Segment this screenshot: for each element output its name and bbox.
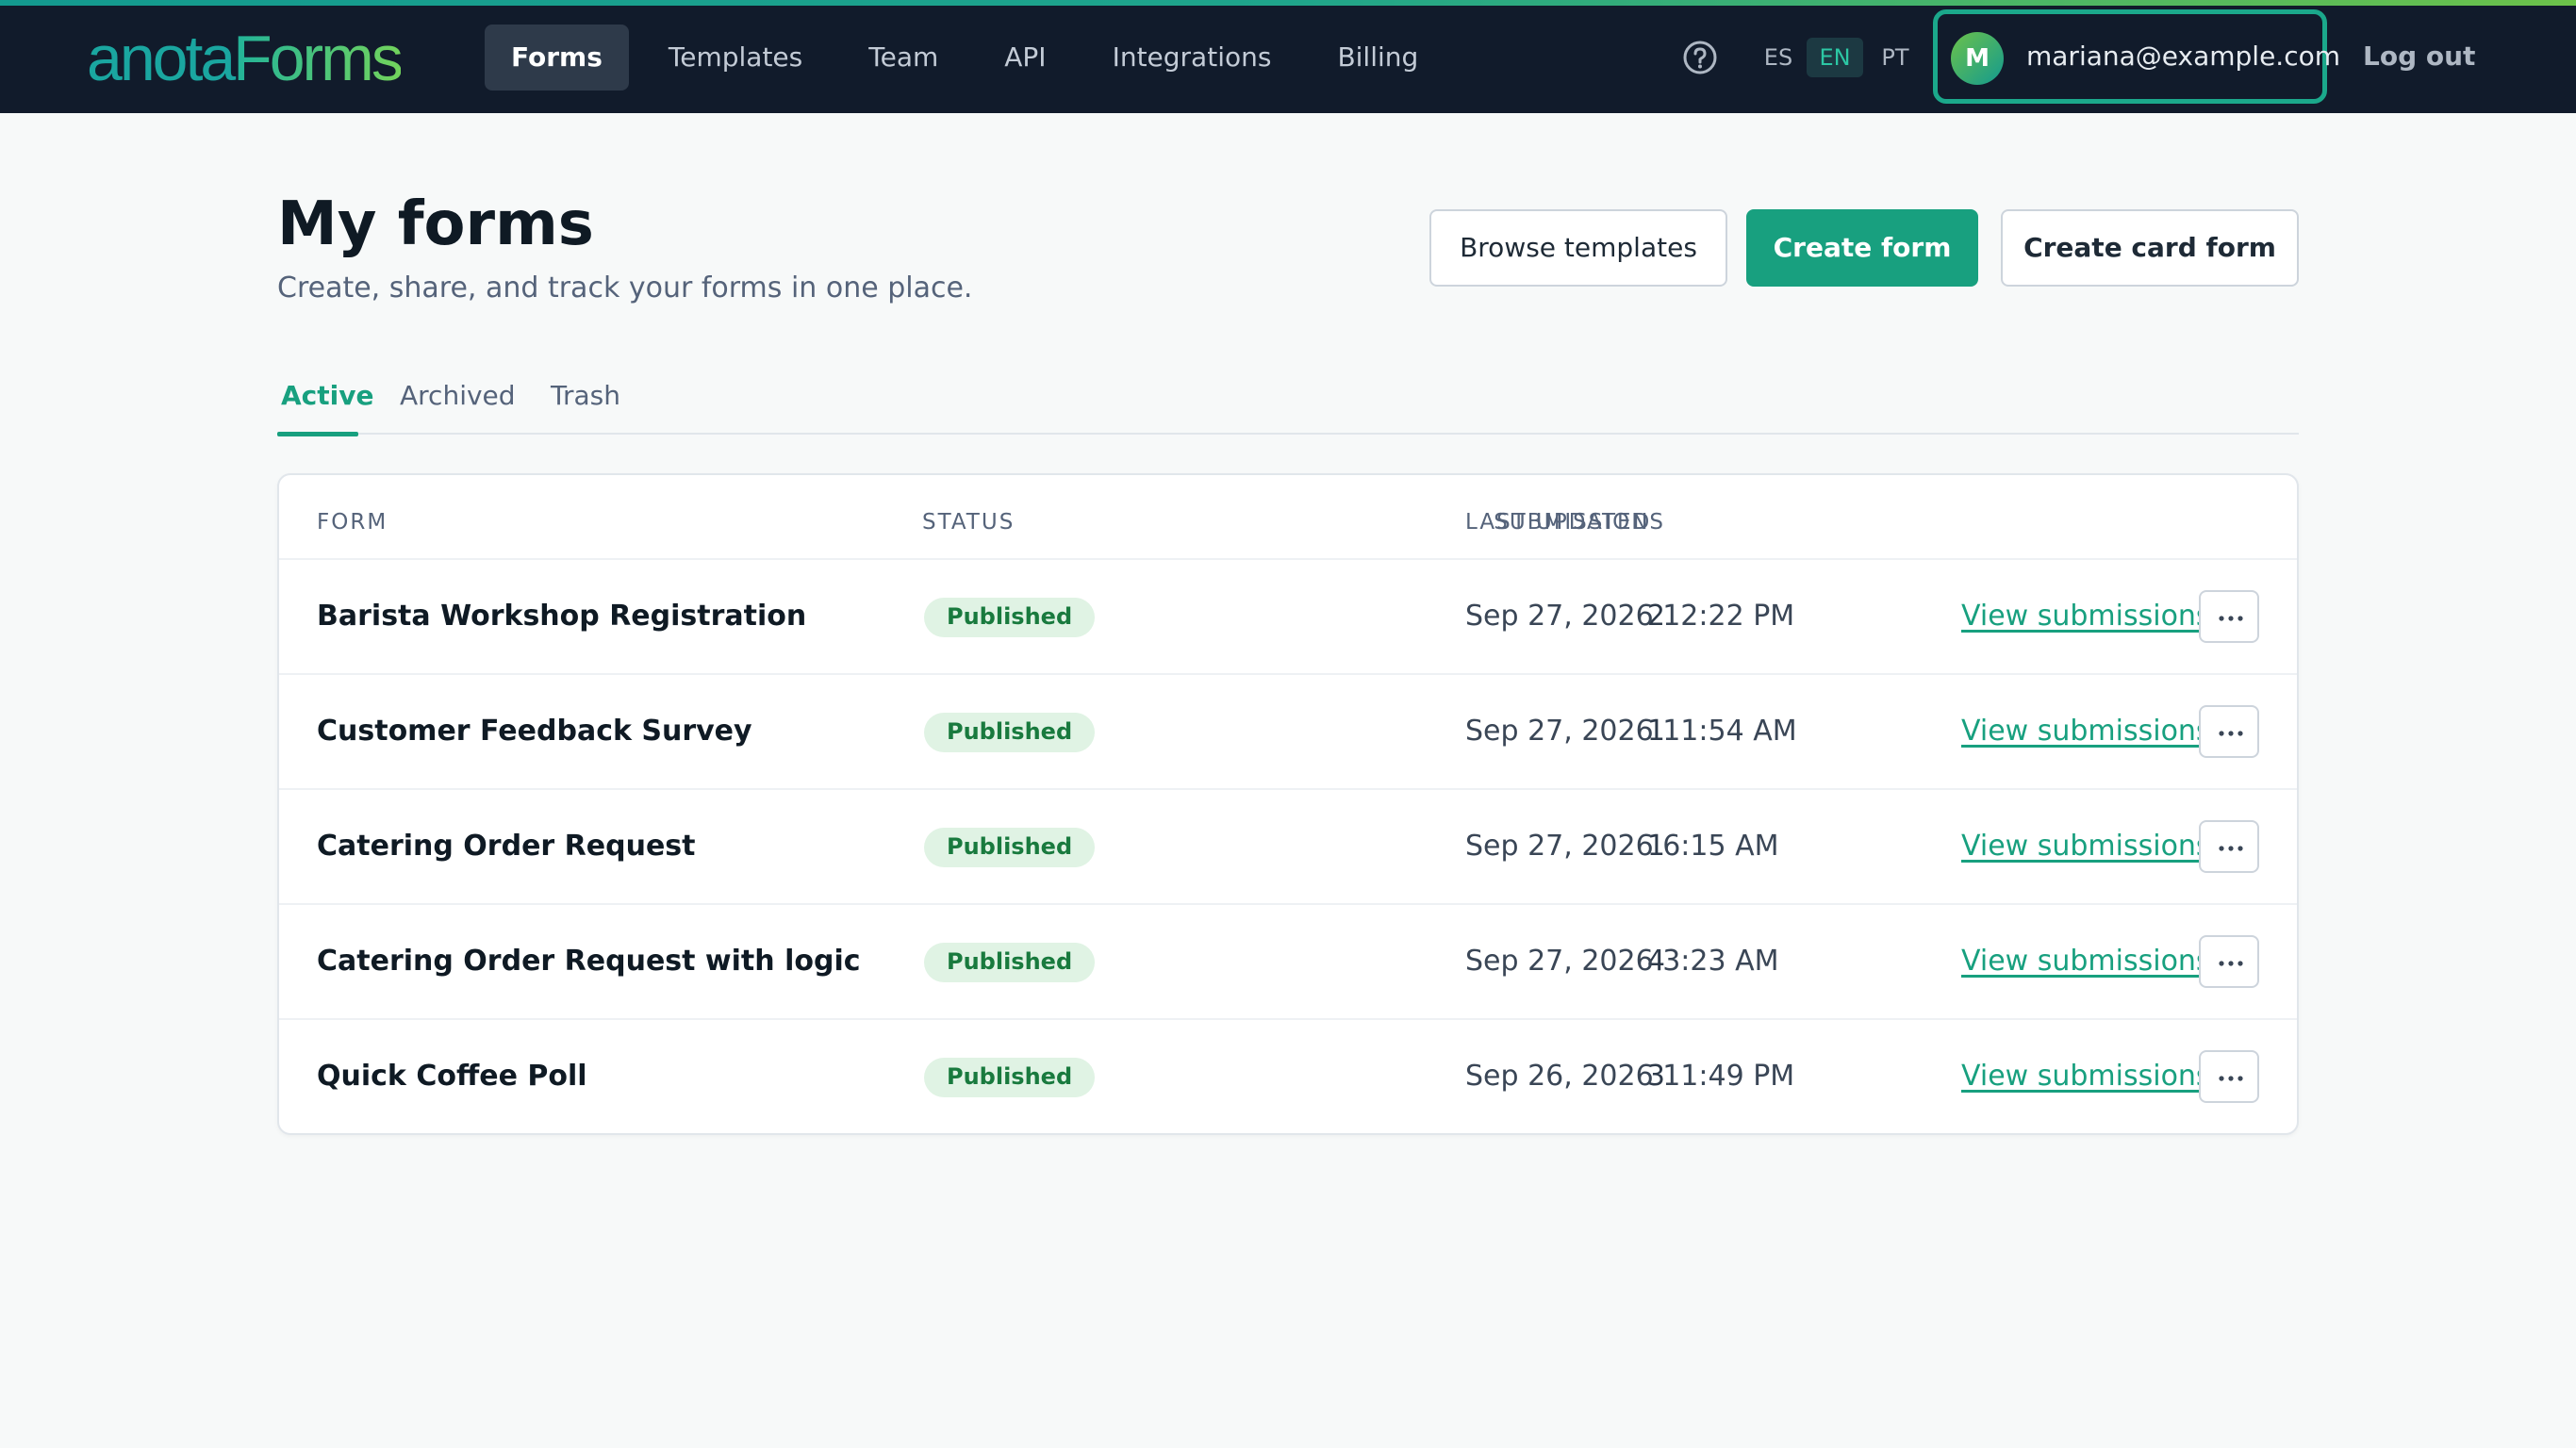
last-updated: Sep 26, 2026 11:49 PM — [1465, 1060, 1795, 1093]
top-navigation-bar: anotaForms Forms Templates Team API Inte… — [0, 0, 2576, 113]
brand-logo[interactable]: anotaForms — [87, 21, 404, 96]
user-email: mariana@example.com — [2026, 41, 2341, 72]
tab-trash[interactable]: Trash — [551, 375, 620, 436]
status-badge: Published — [924, 943, 1096, 982]
brand-logo-part2: Forms — [233, 23, 404, 94]
brand-logo-part1: anota — [87, 23, 236, 94]
ellipsis-icon — [2219, 846, 2243, 851]
more-actions-button[interactable] — [2199, 820, 2259, 873]
help-question-icon[interactable] — [1682, 40, 1718, 75]
status-badge: Published — [924, 598, 1096, 637]
view-submissions-link[interactable]: View submissions — [1961, 905, 2211, 1018]
lang-en[interactable]: EN — [1807, 38, 1863, 77]
last-updated: Sep 27, 2026 6:15 AM — [1465, 830, 1779, 863]
form-name[interactable]: Customer Feedback Survey — [317, 675, 752, 788]
nav-item-api[interactable]: API — [978, 25, 1072, 90]
ellipsis-icon — [2219, 616, 2243, 621]
nav-item-team[interactable]: Team — [842, 25, 965, 90]
more-actions-button[interactable] — [2199, 1050, 2259, 1103]
nav-item-integrations[interactable]: Integrations — [1086, 25, 1298, 90]
forms-table: FORM STATUS SUBMISSIONS LAST UPDATED Bar… — [277, 473, 2299, 1135]
more-actions-button[interactable] — [2199, 935, 2259, 988]
column-header-last-updated: LAST UPDATED — [1465, 510, 1652, 535]
status-badge: Published — [924, 1058, 1096, 1097]
view-submissions-link[interactable]: View submissions — [1961, 560, 2211, 673]
status-badge: Published — [924, 713, 1096, 752]
lang-pt[interactable]: PT — [1874, 38, 1916, 77]
form-name[interactable]: Barista Workshop Registration — [317, 560, 806, 673]
ellipsis-icon — [2219, 731, 2243, 736]
table-row: Catering Order Request Published 1 Sep 2… — [279, 788, 2297, 903]
logout-button[interactable]: Log out — [2363, 36, 2475, 77]
user-menu[interactable]: M mariana@example.com — [1933, 9, 2340, 104]
view-submissions-link[interactable]: View submissions — [1961, 1020, 2211, 1133]
form-name[interactable]: Catering Order Request with logic — [317, 905, 861, 1018]
last-updated: Sep 27, 2026 12:22 PM — [1465, 600, 1795, 633]
page-title: My forms — [277, 189, 594, 259]
table-row: Catering Order Request with logic Publis… — [279, 903, 2297, 1018]
nav-item-templates[interactable]: Templates — [642, 25, 829, 90]
active-tab-indicator — [277, 432, 358, 436]
table-row: Quick Coffee Poll Published 3 Sep 26, 20… — [279, 1018, 2297, 1133]
ellipsis-icon — [2219, 1076, 2243, 1081]
table-row: Barista Workshop Registration Published … — [279, 558, 2297, 673]
status-badge: Published — [924, 828, 1096, 867]
create-form-button[interactable]: Create form — [1746, 209, 1978, 287]
create-card-form-button[interactable]: Create card form — [2001, 209, 2299, 287]
ellipsis-icon — [2219, 961, 2243, 966]
column-header-form: FORM — [317, 510, 388, 535]
page-subtitle: Create, share, and track your forms in o… — [277, 272, 973, 304]
view-submissions-link[interactable]: View submissions — [1961, 790, 2211, 903]
more-actions-button[interactable] — [2199, 590, 2259, 643]
main-nav: Forms Templates Team API Integrations Bi… — [485, 25, 1445, 90]
form-name[interactable]: Catering Order Request — [317, 790, 695, 903]
view-submissions-link[interactable]: View submissions — [1961, 675, 2211, 788]
browse-templates-button[interactable]: Browse templates — [1429, 209, 1727, 287]
last-updated: Sep 27, 2026 3:23 AM — [1465, 945, 1779, 978]
nav-item-forms[interactable]: Forms — [485, 25, 629, 90]
form-name[interactable]: Quick Coffee Poll — [317, 1020, 587, 1133]
nav-item-billing[interactable]: Billing — [1311, 25, 1445, 90]
tab-archived[interactable]: Archived — [400, 375, 516, 436]
last-updated: Sep 27, 2026 11:54 AM — [1465, 715, 1797, 748]
more-actions-button[interactable] — [2199, 705, 2259, 758]
avatar: M — [1951, 32, 2004, 85]
lang-es[interactable]: ES — [1759, 38, 1797, 77]
topbar-accent-stripe — [0, 0, 2576, 6]
tab-active[interactable]: Active — [281, 375, 374, 436]
table-row: Customer Feedback Survey Published 1 Sep… — [279, 673, 2297, 788]
column-header-status: STATUS — [922, 510, 1016, 535]
